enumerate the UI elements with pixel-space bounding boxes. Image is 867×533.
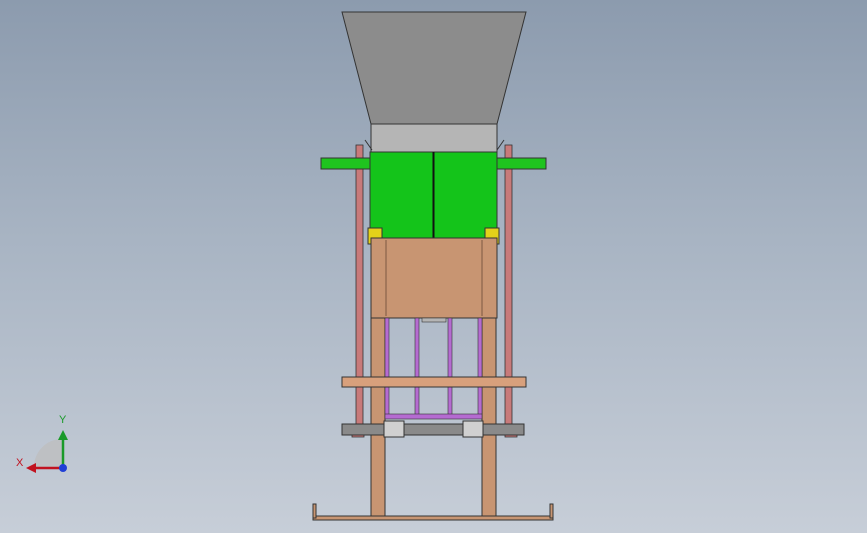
right-leg	[481, 317, 497, 518]
cad-viewport[interactable]: X Y	[0, 0, 867, 533]
machine-model-drawing	[312, 11, 554, 521]
hopper-collar	[370, 123, 498, 153]
orange-rod	[341, 376, 527, 388]
left-leg	[370, 317, 386, 518]
green-roller-right	[433, 151, 498, 239]
y-axis-label: Y	[59, 414, 67, 426]
x-axis-label: X	[16, 457, 24, 469]
left-side-frame	[351, 139, 373, 438]
right-side-frame	[496, 139, 518, 438]
z-axis-dot	[59, 464, 67, 472]
green-roller-left	[369, 151, 434, 239]
base-skid	[312, 503, 554, 521]
y-axis-arrow	[58, 430, 68, 440]
x-axis-arrow	[26, 463, 36, 473]
hopper	[341, 11, 527, 125]
orientation-triad[interactable]	[10, 410, 80, 480]
gray-shaft	[341, 420, 525, 438]
purple-rods	[384, 317, 483, 420]
brown-box	[370, 237, 498, 319]
